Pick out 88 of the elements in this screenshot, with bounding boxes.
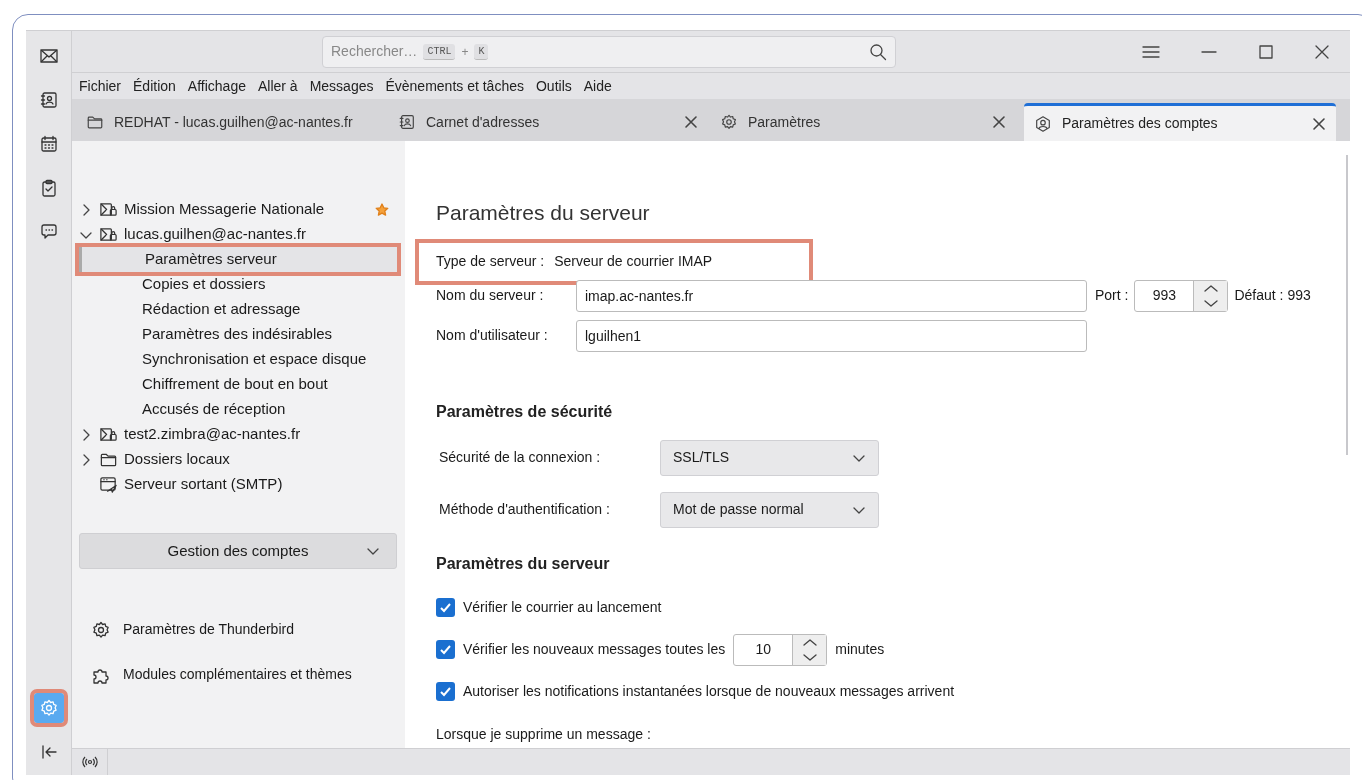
page-title: Paramètres du serveur [436, 200, 651, 226]
account-name[interactable]: lucas.guilhen@ac-nantes.fr [124, 223, 306, 246]
account-name[interactable]: Mission Messagerie Nationale [124, 198, 325, 221]
settings-item[interactable]: Chiffrement de bout en bout [79, 372, 397, 397]
address-book-icon [398, 113, 416, 131]
number-spinner[interactable]: 10 [733, 633, 828, 666]
tab[interactable]: Carnet d'adresses [388, 103, 708, 141]
settings-item[interactable]: Accusés de réception [79, 397, 397, 422]
dropdown[interactable]: SSL/TLS [660, 439, 879, 476]
gear-icon [720, 113, 738, 131]
tab-label: REDHAT - lucas.guilhen@ac-nantes.fr [114, 112, 354, 132]
gear-icon [38, 698, 59, 718]
close-icon[interactable] [992, 115, 1006, 129]
chevron-down-icon[interactable] [366, 546, 380, 556]
server-type-value: Serveur de courrier IMAP [554, 252, 713, 271]
checkmark-icon [439, 685, 452, 698]
checkbox[interactable] [436, 640, 455, 659]
search-icon [869, 42, 887, 61]
account-name[interactable]: Dossiers locaux [124, 448, 230, 471]
tab[interactable]: Paramètres des comptes [1024, 103, 1336, 141]
calendar-icon [38, 134, 59, 154]
tab-label: Carnet d'adresses [426, 112, 541, 132]
settings-item[interactable]: Synchronisation et espace disque [79, 347, 397, 372]
chevron-right-icon[interactable] [81, 452, 91, 467]
chevron-right-icon[interactable] [81, 427, 91, 442]
menu-item[interactable]: Outils [535, 75, 573, 97]
tab[interactable]: REDHAT - lucas.guilhen@ac-nantes.fr [76, 103, 386, 141]
checkbox[interactable] [436, 682, 455, 701]
account-name[interactable]: Serveur sortant (SMTP) [124, 473, 283, 496]
folder-icon [86, 113, 104, 131]
checkbox-label: Vérifier le courrier au lancement [463, 598, 662, 617]
settings-item[interactable]: Copies et dossiers [79, 272, 397, 297]
field-label: Type de serveur : [436, 252, 545, 271]
menu-icon[interactable] [1142, 44, 1160, 59]
search-placeholder: Rechercher… [331, 42, 418, 61]
mail-account-icon [99, 200, 118, 219]
menu-item[interactable]: Évènements et tâches [384, 75, 525, 97]
menu-item[interactable]: Aller à [256, 75, 299, 97]
shortcut-key: K [474, 43, 489, 60]
unit-label: minutes [835, 640, 885, 659]
account-name[interactable]: test2.zimbra@ac-nantes.fr [124, 423, 301, 446]
checkbox-label: Vérifier les nouveaux messages toutes les [463, 640, 726, 659]
menu-item[interactable]: Édition [132, 75, 177, 97]
settings-item[interactable]: Paramètres des indésirables [79, 322, 397, 347]
field-label: Nom d'utilisateur : [436, 326, 549, 345]
close-icon[interactable] [1314, 43, 1330, 60]
gear-icon [91, 619, 111, 640]
account-icon [1034, 114, 1052, 133]
shortcut-key: CTRL [423, 43, 456, 60]
tab[interactable]: Paramètres [710, 103, 1016, 141]
antenna-icon[interactable] [81, 756, 98, 768]
username-field[interactable]: lguilhen1 [576, 319, 1087, 352]
account-actions-button[interactable]: Gestion des comptes [79, 533, 397, 569]
default-port-text: Défaut : 993 [1234, 286, 1311, 305]
number-spinner[interactable]: 993 [1134, 279, 1229, 312]
field-label: Méthode d'authentification : [439, 500, 611, 519]
field-label: Lorsque je supprime un message : [436, 724, 652, 744]
search-field[interactable]: Rechercher… CTRL + K [322, 35, 896, 68]
mail-account-icon [99, 425, 118, 444]
field-label: Sécurité de la connexion : [439, 448, 602, 467]
mail-account-icon [99, 225, 118, 244]
section-heading: Paramètres du serveur [436, 553, 611, 574]
maximize-icon[interactable] [1258, 43, 1274, 60]
checkmark-icon [439, 643, 452, 656]
footer-link[interactable]: Modules complémentaires et thèmes [123, 664, 352, 685]
envelope-icon [38, 46, 59, 66]
plus-sign: + [461, 43, 469, 61]
tab-label: Paramètres [748, 112, 822, 132]
field-label: Port : [1095, 286, 1129, 305]
section-heading: Paramètres de sécurité [436, 401, 614, 422]
checkbox-label: Autoriser les notifications instantanées lorsque de nouveaux messages arrivent [463, 682, 955, 701]
close-icon[interactable] [684, 115, 698, 129]
tab-label: Paramètres des comptes [1062, 114, 1219, 133]
server-name-field[interactable]: imap.ac-nantes.fr [576, 279, 1087, 312]
address-book-icon [38, 90, 59, 110]
menu-item[interactable]: Aide [582, 75, 613, 97]
close-icon[interactable] [1312, 116, 1326, 131]
checkmark-icon [439, 601, 452, 614]
chevron-right-icon[interactable] [81, 202, 91, 217]
dropdown[interactable]: Mot de passe normal [660, 491, 879, 528]
menu-item[interactable]: Messages [308, 75, 375, 97]
field-label: Nom du serveur : [436, 286, 545, 305]
outgoing-server-icon [99, 475, 118, 494]
menu-item[interactable]: Fichier [78, 75, 122, 97]
checkbox[interactable] [436, 598, 455, 617]
settings-item[interactable]: Rédaction et adressage [79, 297, 397, 322]
footer-link[interactable]: Paramètres de Thunderbird [123, 619, 294, 640]
menu-item[interactable]: Affichage [186, 75, 247, 97]
